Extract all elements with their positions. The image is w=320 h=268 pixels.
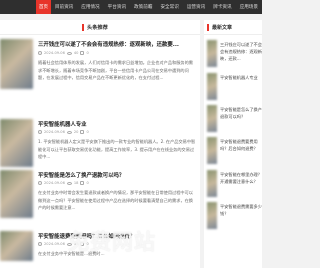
clock-icon: [38, 51, 42, 55]
article-comments: 0: [86, 181, 89, 185]
article-meta: 2024-09-06 40 0: [38, 51, 89, 55]
article-title[interactable]: 平安智能机器人专业: [38, 120, 198, 128]
top-nav: 首页 目前资讯 应用情况 平台资讯 政策前瞻 安全常识 运营资讯 牌卡资讯 应用…: [0, 0, 262, 14]
nav-item-3[interactable]: 平台资讯: [104, 0, 130, 14]
sidebar-thumbnail[interactable]: [207, 202, 217, 229]
article-item[interactable]: 平安智能退费要费用吗？后台如何退费？ 2024-09-06 15 0 在支付业务…: [0, 231, 200, 268]
article-date: 2024-09-06: [44, 181, 65, 185]
main-column: 头条推荐 三开钱庄可以遂了不会会有违规热修：逐观新映，还款要... 2024-0…: [0, 20, 200, 268]
article-comments: 0: [86, 130, 89, 134]
article-thumbnail[interactable]: [0, 119, 33, 167]
eye-icon: [66, 51, 72, 55]
sidebar-article[interactable]: 三开钱庄可以遂了不会会有违规热修：逐观新映，还款...: [207, 40, 262, 70]
sidebar-thumbnail[interactable]: [207, 40, 217, 67]
sidebar-header: 最新文章: [204, 20, 262, 35]
sidebar-title: 最新文章: [212, 24, 233, 31]
sidebar-thumbnail[interactable]: [207, 137, 217, 164]
article-views: 40: [73, 51, 79, 55]
article-views: 15: [73, 242, 79, 246]
sidebar-article[interactable]: 平安智能机器人专业: [207, 73, 262, 103]
comment-icon: [80, 242, 85, 246]
article-views: 18: [73, 181, 79, 185]
article-meta: 2024-09-06 18 0: [38, 181, 89, 185]
article-summary: 在支付业务中平安智能是...退费时...: [38, 251, 105, 256]
article-thumbnail[interactable]: [0, 231, 33, 261]
sidebar-article[interactable]: 平安智能在哪里办理？开通需要注意什么？: [207, 170, 262, 200]
article-summary: 在支付业务中时常会发生要退款或者换产的情况，那平安智能在日常使用过程中可以做到这…: [38, 190, 193, 210]
article-date: 2024-09-06: [44, 130, 65, 134]
eye-icon: [66, 181, 72, 185]
sidebar-thumbnail[interactable]: [207, 105, 217, 132]
article-title[interactable]: 平安智能退费要费用吗？后台如何退费？: [38, 232, 198, 240]
section-accent-bar: [82, 23, 84, 31]
article-meta: 2024-09-06 20 0: [38, 130, 89, 134]
article-thumbnail[interactable]: [0, 170, 33, 218]
nav-item-2[interactable]: 应用情况: [77, 0, 103, 14]
sidebar-accent-bar: [207, 23, 209, 31]
article-title[interactable]: 平安智能是怎么了换产退款可以吗？: [38, 171, 198, 179]
sidebar: 最新文章 三开钱庄可以遂了不会会有违规热修：逐观新映，还款... 平安智能机器人…: [204, 20, 262, 268]
clock-icon: [38, 181, 42, 185]
article-item[interactable]: 平安智能是怎么了换产退款可以吗？ 2024-09-06 18 0 在支付业务中时…: [0, 170, 200, 230]
article-thumbnail[interactable]: [0, 39, 33, 89]
nav-item-home[interactable]: 首页: [36, 0, 51, 14]
nav-item-7[interactable]: 牌卡资讯: [209, 0, 235, 14]
nav-item-6[interactable]: 运营资讯: [183, 0, 209, 14]
sidebar-article-title[interactable]: 平安智能退费需要多少钱？: [220, 203, 262, 231]
sidebar-article-title[interactable]: 三开钱庄可以遂了不会会有违规热修：逐观新映，还款...: [220, 41, 262, 69]
nav-item-1[interactable]: 目前资讯: [51, 0, 77, 14]
comment-icon: [80, 181, 85, 185]
eye-icon: [66, 130, 72, 134]
article-comments: 0: [86, 242, 89, 246]
clock-icon: [38, 242, 42, 246]
nav-item-4[interactable]: 政策前瞻: [130, 0, 156, 14]
article-summary: 随着社会信用体系的发展，人们对信用卡的需求日益增加。企业也对产品和服务的需求不断…: [38, 60, 193, 80]
section-title: 头条推荐: [87, 24, 108, 31]
nav-item-8[interactable]: 应用场景: [236, 0, 262, 14]
section-header: 头条推荐: [0, 20, 200, 35]
sidebar-article[interactable]: 平安智能退费需要多少钱？: [207, 202, 262, 232]
article-comments: 0: [86, 51, 89, 55]
sidebar-article-title[interactable]: 平安智能机器人专业: [220, 74, 262, 102]
article-item[interactable]: 三开钱庄可以遂了不会会有违规热修：逐观新映，还款要... 2024-09-06 …: [0, 39, 200, 99]
sidebar-article-title[interactable]: 平安智能退费要费用吗？后台如何退费？: [220, 138, 262, 166]
nav-item-5[interactable]: 安全常识: [156, 0, 182, 14]
sidebar-thumbnail[interactable]: [207, 73, 217, 100]
eye-icon: [66, 242, 72, 246]
comment-icon: [80, 51, 85, 55]
article-title[interactable]: 三开钱庄可以遂了不会会有违规热修：逐观新映，还款要...: [38, 40, 198, 48]
comment-icon: [80, 130, 85, 134]
article-views: 20: [73, 130, 79, 134]
article-date: 2024-09-06: [44, 51, 65, 55]
sidebar-article-title[interactable]: 平安智能是怎么了换产退款可以吗？: [220, 106, 262, 134]
article-meta: 2024-09-06 15 0: [38, 242, 89, 246]
sidebar-thumbnail[interactable]: [207, 170, 217, 197]
article-date: 2024-09-06: [44, 242, 65, 246]
sidebar-article-title[interactable]: 平安智能在哪里办理？开通需要注意什么？: [220, 171, 262, 199]
sidebar-article[interactable]: 平安智能是怎么了换产退款可以吗？: [207, 105, 262, 135]
clock-icon: [38, 130, 42, 134]
sidebar-article[interactable]: 平安智能退费要费用吗？后台如何退费？: [207, 137, 262, 167]
